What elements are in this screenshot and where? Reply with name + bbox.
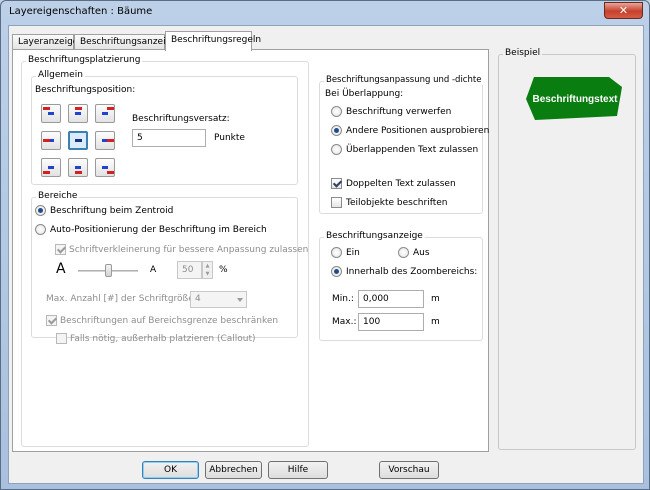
- percent-input[interactable]: 50: [177, 261, 202, 279]
- offset-unit: Punkte: [214, 133, 245, 143]
- example-group-title: Beispiel: [503, 48, 543, 58]
- general-group-title: Allgemein: [36, 70, 85, 80]
- min-unit: m: [431, 294, 440, 304]
- display-off-radio[interactable]: [398, 247, 409, 258]
- position-top-left-button[interactable]: [41, 104, 61, 123]
- position-bottom-right-button[interactable]: [95, 158, 115, 177]
- max-unit: m: [431, 317, 440, 327]
- max-sizes-select[interactable]: 4: [190, 291, 247, 308]
- centroid-radio[interactable]: [35, 205, 46, 216]
- position-bottom-left-button[interactable]: [41, 158, 61, 177]
- areas-group-title: Bereiche: [36, 191, 80, 201]
- close-icon: ✕: [618, 4, 629, 17]
- position-top-center-button[interactable]: [68, 104, 88, 123]
- placement-group: Beschriftungsplatzierung Allgemein Besch…: [21, 55, 309, 447]
- placement-group-title: Beschriftungsplatzierung: [26, 55, 143, 65]
- auto-position-radio[interactable]: [35, 224, 46, 235]
- position-bottom-center-button[interactable]: [68, 158, 88, 177]
- tab-label: Layeranzeige: [18, 37, 79, 47]
- title-bar: Layereigenschaften : Bäume ✕: [1, 1, 649, 25]
- try-other-radio[interactable]: [331, 125, 342, 136]
- font-size-slider-thumb[interactable]: [105, 264, 112, 277]
- general-group: Allgemein Beschriftungsposition: Beschri…: [31, 70, 298, 185]
- areas-group: Bereiche Beschriftung beim Zentroid Auto…: [31, 191, 308, 344]
- max-sizes-value: 4: [195, 294, 201, 304]
- preview-button[interactable]: Vorschau: [379, 461, 439, 479]
- display-off-label: Aus: [413, 248, 430, 258]
- offset-input[interactable]: 5: [132, 129, 206, 147]
- overlap-group: Beschriftungsanpassung und -dichte Bei Ü…: [319, 75, 489, 214]
- allow-overlap-radio[interactable]: [331, 144, 342, 155]
- position-middle-right-button[interactable]: [95, 131, 115, 150]
- large-a-label: A: [56, 261, 66, 277]
- display-group-title: Beschriftungsanzeige: [324, 231, 425, 241]
- preview-text: Beschriftungstext: [532, 94, 618, 105]
- max-sizes-label: Max. Anzahl [#] der Schriftgrößen:: [46, 294, 203, 304]
- font-reduce-label: Schriftverkleinerung für bessere Anpassu…: [69, 245, 309, 255]
- allow-duplicate-label: Doppelten Text zulassen: [346, 179, 456, 189]
- discard-radio[interactable]: [331, 106, 342, 117]
- tab-panel: Beschriftungsplatzierung Allgemein Besch…: [12, 49, 489, 452]
- try-other-label: Andere Positionen ausprobieren: [346, 126, 490, 136]
- max-label: Max.:: [332, 317, 357, 327]
- font-reduce-checkbox[interactable]: [55, 244, 66, 255]
- tab-beschriftungsanzeige[interactable]: Beschriftungsanzeige: [74, 34, 177, 50]
- position-center-button[interactable]: [68, 131, 88, 150]
- tab-beschriftungsregeln[interactable]: Beschriftungsregeln: [165, 31, 261, 51]
- on-overlap-label: Bei Überlappung:: [325, 89, 404, 99]
- cancel-button[interactable]: Abbrechen: [205, 461, 262, 479]
- min-label: Min.:: [332, 294, 354, 304]
- max-scale-input[interactable]: 100: [358, 313, 424, 331]
- min-scale-input[interactable]: 0,000: [358, 290, 424, 308]
- label-parts-checkbox[interactable]: [331, 197, 342, 208]
- display-group: Beschriftungsanzeige Ein Aus Innerhalb d…: [319, 231, 483, 341]
- position-label: Beschriftungsposition:: [35, 85, 136, 95]
- zoom-range-radio[interactable]: [331, 266, 342, 277]
- tab-label: Beschriftungsregeln: [171, 35, 262, 45]
- close-button[interactable]: ✕: [604, 2, 643, 19]
- ok-button[interactable]: OK: [142, 461, 199, 479]
- callout-label: Falls nötig, außerhalb platzieren (Callo…: [70, 334, 256, 344]
- percent-unit: %: [219, 265, 228, 275]
- centroid-label: Beschriftung beim Zentroid: [50, 206, 174, 216]
- auto-position-label: Auto-Positionierung der Beschriftung im …: [50, 225, 267, 235]
- restrict-label: Beschriftungen auf Bereichsgrenze beschr…: [60, 316, 279, 326]
- display-on-label: Ein: [346, 248, 360, 258]
- label-preview: Beschriftungstext: [526, 77, 622, 120]
- tab-layeranzeige[interactable]: Layeranzeige: [12, 34, 78, 50]
- display-on-radio[interactable]: [331, 247, 342, 258]
- restrict-checkbox[interactable]: [46, 315, 57, 326]
- window-title: Layereigenschaften : Bäume: [9, 6, 153, 17]
- chevron-down-icon: [237, 298, 243, 302]
- tab-label: Beschriftungsanzeige: [80, 37, 177, 47]
- discard-label: Beschriftung verwerfen: [346, 107, 452, 117]
- callout-checkbox[interactable]: [56, 333, 67, 344]
- position-top-right-button[interactable]: [95, 104, 115, 123]
- help-button[interactable]: Hilfe: [268, 461, 328, 479]
- allow-overlap-label: Überlappenden Text zulassen: [346, 145, 479, 155]
- dialog-window: Layereigenschaften : Bäume ✕ Layeranzeig…: [0, 0, 650, 490]
- percent-spinner[interactable]: ▲ ▼: [202, 261, 213, 279]
- allow-duplicate-checkbox[interactable]: [331, 178, 342, 189]
- small-a-label: A: [150, 265, 157, 275]
- position-middle-left-button[interactable]: [41, 131, 61, 150]
- overlap-group-title: Beschriftungsanpassung und -dichte: [324, 75, 484, 85]
- offset-label: Beschriftungsversatz:: [132, 114, 230, 124]
- label-parts-label: Teilobjekte beschriften: [346, 198, 448, 208]
- zoom-range-label: Innerhalb des Zoombereichs:: [346, 267, 478, 277]
